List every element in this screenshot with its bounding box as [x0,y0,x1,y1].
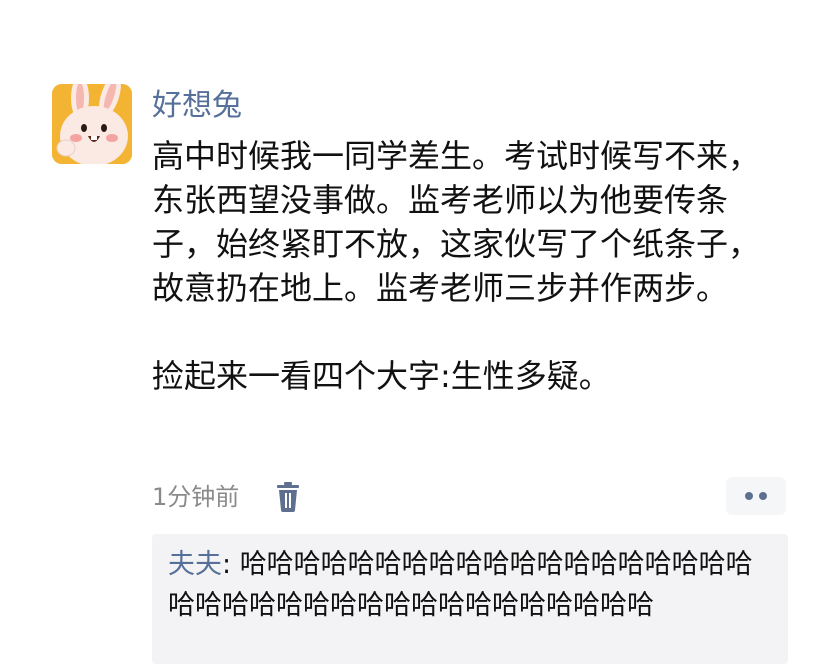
delete-button[interactable] [274,481,302,513]
username[interactable]: 好想兔 [152,86,242,126]
comment-author[interactable]: 夫夫 [168,549,222,580]
bunny-avatar-icon [52,84,132,164]
comment-item[interactable]: 夫夫: 哈哈哈哈哈哈哈哈哈哈哈哈哈哈哈哈哈哈哈哈哈哈哈哈哈哈哈哈哈哈哈哈哈哈哈哈… [168,544,776,626]
comment-separator: : [222,549,240,580]
post-body: 高中时候我一同学差生。考试时候写不来，东张西望没事做。监考老师以为他要传条子，始… [152,134,777,398]
comment-text: 哈哈哈哈哈哈哈哈哈哈哈哈哈哈哈哈哈哈哈哈哈哈哈哈哈哈哈哈哈哈哈哈哈哈哈哈哈 [168,549,753,621]
avatar[interactable] [52,84,132,164]
post-paragraph: 捡起来一看四个大字:生性多疑。 [152,357,611,395]
more-options-button[interactable] [726,477,786,515]
post-paragraph: 高中时候我一同学差生。考试时候写不来，东张西望没事做。监考老师以为他要传条子，始… [152,137,761,307]
post-timestamp: 1分钟前 [152,483,240,511]
trash-icon [277,482,299,512]
more-dots-icon [745,492,767,500]
comment-box: 夫夫: 哈哈哈哈哈哈哈哈哈哈哈哈哈哈哈哈哈哈哈哈哈哈哈哈哈哈哈哈哈哈哈哈哈哈哈哈… [152,534,788,664]
